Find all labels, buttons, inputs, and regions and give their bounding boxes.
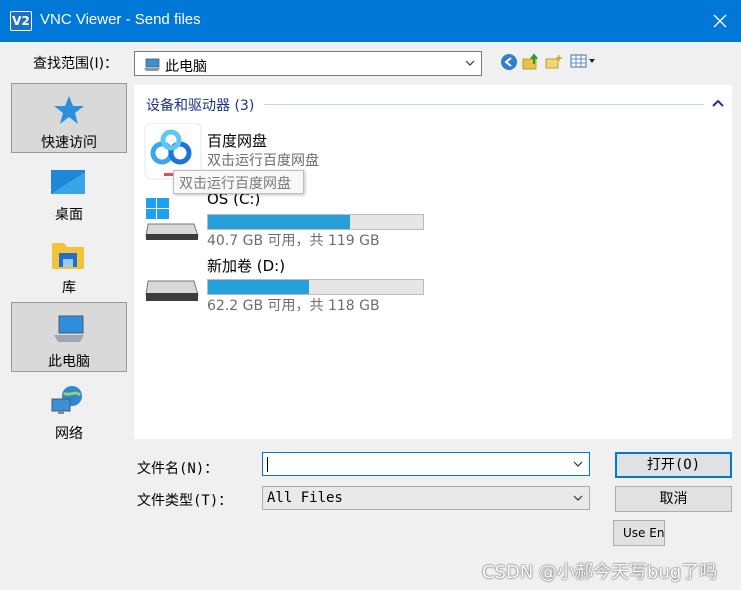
chevron-down-icon — [573, 495, 583, 501]
drive-usage-fill — [208, 280, 310, 294]
list-item-drive-d[interactable]: 新加卷 (D:) 62.2 GB 可用，共 118 GB — [142, 255, 442, 315]
group-header: 设备和驱动器 (3) — [146, 98, 255, 114]
place-network[interactable]: 网络 — [11, 375, 127, 445]
place-quick-access[interactable]: 快速访问 — [11, 83, 127, 153]
collapse-chevron-icon[interactable] — [712, 99, 724, 107]
drive-usage-bar — [207, 279, 424, 295]
view-grid-icon — [570, 54, 595, 68]
up-folder-button[interactable] — [522, 53, 542, 73]
file-list-view[interactable]: 设备和驱动器 (3) 百度网盘 双击运行百度网盘 OS (C:) 40.7 GB… — [134, 85, 732, 439]
windows-drive-icon — [145, 198, 199, 240]
vnc-app-icon: V2 — [10, 11, 32, 31]
back-arrow-icon — [501, 54, 517, 70]
place-label: 桌面 — [55, 207, 83, 223]
computer-icon — [144, 58, 160, 71]
place-label: 网络 — [55, 426, 83, 442]
desktop-icon — [51, 170, 85, 194]
star-icon — [54, 96, 84, 124]
drive-usage-bar — [207, 214, 424, 230]
use-entire-button[interactable]: Use Ent — [613, 520, 665, 546]
place-label: 库 — [62, 280, 76, 296]
text-caret — [267, 457, 268, 472]
network-icon — [51, 386, 82, 414]
title-bar: V2 VNC Viewer - Send files — [0, 0, 741, 42]
item-subtitle: 双击运行百度网盘 — [207, 153, 319, 169]
drive-usage-text: 62.2 GB 可用，共 118 GB — [207, 298, 380, 314]
list-item-drive-c[interactable]: OS (C:) 40.7 GB 可用，共 119 GB — [142, 190, 442, 250]
cancel-button[interactable]: 取消 — [615, 486, 732, 512]
up-folder-icon — [522, 53, 538, 70]
lookin-dropdown[interactable]: 此电脑 — [134, 51, 482, 76]
drive-icon — [145, 280, 199, 301]
close-icon — [713, 14, 727, 28]
library-icon — [52, 243, 84, 269]
item-name: 百度网盘 — [207, 132, 268, 150]
place-label: 此电脑 — [48, 354, 90, 370]
lookin-value: 此电脑 — [165, 59, 207, 75]
places-bar: 快速访问 桌面 库 此电脑 网络 — [0, 80, 130, 530]
computer-icon — [54, 315, 84, 342]
chevron-down-icon[interactable] — [573, 461, 583, 467]
drive-usage-text: 40.7 GB 可用，共 119 GB — [207, 233, 380, 249]
item-name: 新加卷 (D:) — [207, 257, 286, 275]
tooltip: 双击运行百度网盘 — [173, 170, 304, 194]
back-button[interactable] — [500, 53, 520, 73]
drive-usage-fill — [208, 215, 350, 229]
filetype-label: 文件类型(T)： — [137, 493, 233, 509]
new-folder-icon — [545, 55, 562, 69]
csdn-watermark: CSDN @小郝今天写bug了吗 — [482, 562, 718, 583]
filetype-value: All Files — [267, 490, 343, 506]
close-button[interactable] — [700, 0, 741, 42]
place-label: 快速访问 — [41, 135, 97, 151]
place-this-pc[interactable]: 此电脑 — [11, 302, 127, 372]
place-desktop[interactable]: 桌面 — [11, 156, 127, 226]
view-menu-button[interactable] — [570, 53, 600, 73]
filename-input[interactable] — [262, 452, 590, 476]
group-divider — [264, 104, 704, 105]
filetype-select[interactable]: All Files — [262, 486, 590, 510]
chevron-down-icon — [465, 60, 475, 66]
place-library[interactable]: 库 — [11, 229, 127, 299]
filename-label: 文件名(N)： — [137, 461, 219, 477]
open-button[interactable]: 打开(O) — [615, 452, 732, 478]
lookin-label: 查找范围(I)： — [33, 56, 119, 72]
new-folder-button[interactable] — [545, 53, 565, 73]
window-title: VNC Viewer - Send files — [40, 11, 201, 28]
